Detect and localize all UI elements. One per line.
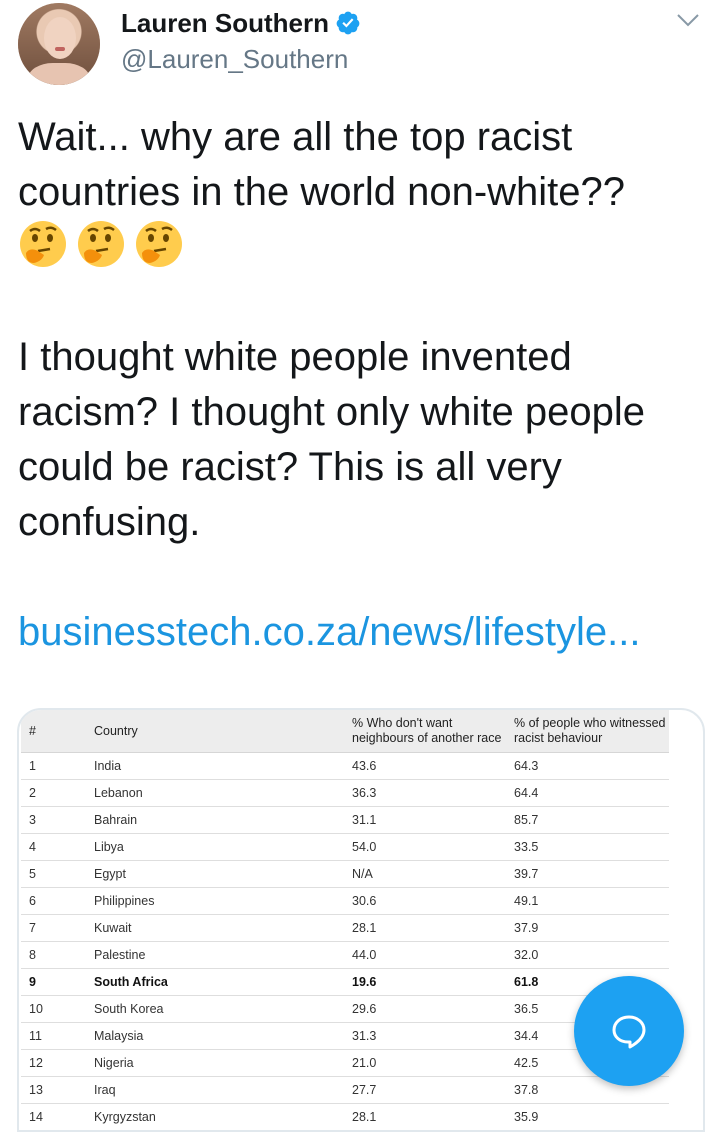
country-cell: South Africa — [94, 975, 168, 989]
table-row: 11 Malaysia 31.3 34.4 — [21, 1023, 669, 1050]
article-link[interactable]: businesstech.co.za/news/lifestyle... — [18, 605, 641, 660]
neighbours-cell: 54.0 — [352, 840, 377, 854]
neighbours-cell: 28.1 — [352, 1110, 377, 1124]
neighbours-cell: 28.1 — [352, 921, 377, 935]
speech-bubble-icon — [612, 1015, 646, 1049]
rank-cell: 8 — [29, 948, 36, 962]
country-cell: Kyrgyzstan — [94, 1110, 156, 1124]
country-cell: Egypt — [94, 867, 126, 881]
country-cell: Bahrain — [94, 813, 138, 827]
racism-table: # Country % Who don't want neighbours of… — [21, 710, 669, 1130]
witnessed-cell: 61.8 — [514, 975, 539, 989]
rank-cell: 1 — [29, 759, 36, 773]
rank-cell: 13 — [29, 1083, 43, 1097]
header-witnessed: % of people who witnessed racist behavio… — [514, 716, 666, 745]
neighbours-cell: 31.1 — [352, 813, 377, 827]
witnessed-cell: 32.0 — [514, 948, 539, 962]
compose-reply-button[interactable] — [574, 976, 684, 1086]
country-cell: India — [94, 759, 122, 773]
witnessed-cell: 33.5 — [514, 840, 539, 854]
neighbours-cell: 43.6 — [352, 759, 377, 773]
witnessed-cell: 37.9 — [514, 921, 539, 935]
tweet-text-line1: Wait... why are all the top racist count… — [18, 115, 626, 214]
rank-cell: 11 — [29, 1029, 42, 1043]
table-row: 12 Nigeria 21.0 42.5 — [21, 1050, 669, 1077]
country-cell: Kuwait — [94, 921, 132, 935]
country-cell: Lebanon — [94, 786, 143, 800]
rank-cell: 12 — [29, 1056, 43, 1070]
witnessed-cell: 34.4 — [514, 1029, 539, 1043]
tweet-text-line2: I thought white people invented racism? … — [18, 335, 646, 544]
witnessed-cell: 64.3 — [514, 759, 539, 773]
witnessed-cell: 49.1 — [514, 894, 539, 908]
author-display-name[interactable]: Lauren Southern — [121, 8, 329, 39]
witnessed-cell: 85.7 — [514, 813, 539, 827]
witnessed-cell: 64.4 — [514, 786, 539, 800]
table-row: 14 Kyrgyzstan 28.1 35.9 — [21, 1104, 669, 1130]
neighbours-cell: 29.6 — [352, 1002, 377, 1016]
neighbours-cell: 44.0 — [352, 948, 377, 962]
rank-cell: 7 — [29, 921, 36, 935]
country-cell: Malaysia — [94, 1029, 144, 1043]
thinking-face-icon — [20, 221, 66, 267]
table-row: 1 India 43.6 64.3 — [21, 753, 669, 780]
neighbours-cell: 27.7 — [352, 1083, 377, 1097]
neighbours-cell: 19.6 — [352, 975, 377, 989]
witnessed-cell: 39.7 — [514, 867, 539, 881]
rank-cell: 5 — [29, 867, 36, 881]
header-neighbours: % Who don't want neighbours of another r… — [352, 716, 502, 745]
neighbours-cell: 21.0 — [352, 1056, 377, 1070]
witnessed-cell: 37.8 — [514, 1083, 539, 1097]
country-cell: Nigeria — [94, 1056, 134, 1070]
neighbours-cell: 31.3 — [352, 1029, 377, 1043]
table-row: 5 Egypt N/A 39.7 — [21, 861, 669, 888]
witnessed-cell: 35.9 — [514, 1110, 539, 1124]
rank-cell: 4 — [29, 840, 36, 854]
thinking-face-icon — [78, 221, 124, 267]
table-row: 13 Iraq 27.7 37.8 — [21, 1077, 669, 1104]
country-cell: Palestine — [94, 948, 146, 962]
author-handle[interactable]: @Lauren_Southern — [121, 44, 348, 75]
witnessed-cell: 36.5 — [514, 1002, 539, 1016]
rank-cell: 14 — [29, 1110, 43, 1124]
country-cell: Iraq — [94, 1083, 116, 1097]
table-row: 2 Lebanon 36.3 64.4 — [21, 780, 669, 807]
table-row: 6 Philippines 30.6 49.1 — [21, 888, 669, 915]
table-row: 10 South Korea 29.6 36.5 — [21, 996, 669, 1023]
header-rank: # — [29, 723, 36, 738]
tweet-header: Lauren Southern @Lauren_Southern — [0, 0, 720, 100]
table-row: 7 Kuwait 28.1 37.9 — [21, 915, 669, 942]
table-row: 8 Palestine 44.0 32.0 — [21, 942, 669, 969]
thinking-face-icon — [136, 221, 182, 267]
country-cell: South Korea — [94, 1002, 164, 1016]
witnessed-cell: 42.5 — [514, 1056, 539, 1070]
table-row: 3 Bahrain 31.1 85.7 — [21, 807, 669, 834]
table-row: 9 South Africa 19.6 61.8 — [21, 969, 669, 996]
rank-cell: 9 — [29, 975, 36, 989]
neighbours-cell: N/A — [352, 867, 373, 881]
rank-cell: 2 — [29, 786, 36, 800]
rank-cell: 3 — [29, 813, 36, 827]
header-country: Country — [94, 723, 138, 738]
country-cell: Libya — [94, 840, 124, 854]
emoji-row — [18, 219, 184, 269]
chevron-down-icon[interactable] — [676, 9, 700, 31]
author-name-row[interactable]: Lauren Southern — [121, 6, 361, 40]
neighbours-cell: 36.3 — [352, 786, 377, 800]
verified-badge-icon — [336, 11, 360, 35]
table-header: # Country % Who don't want neighbours of… — [21, 710, 669, 753]
country-cell: Philippines — [94, 894, 155, 908]
neighbours-cell: 30.6 — [352, 894, 377, 908]
avatar[interactable] — [18, 3, 100, 85]
rank-cell: 6 — [29, 894, 36, 908]
table-row: 4 Libya 54.0 33.5 — [21, 834, 669, 861]
rank-cell: 10 — [29, 1002, 43, 1016]
